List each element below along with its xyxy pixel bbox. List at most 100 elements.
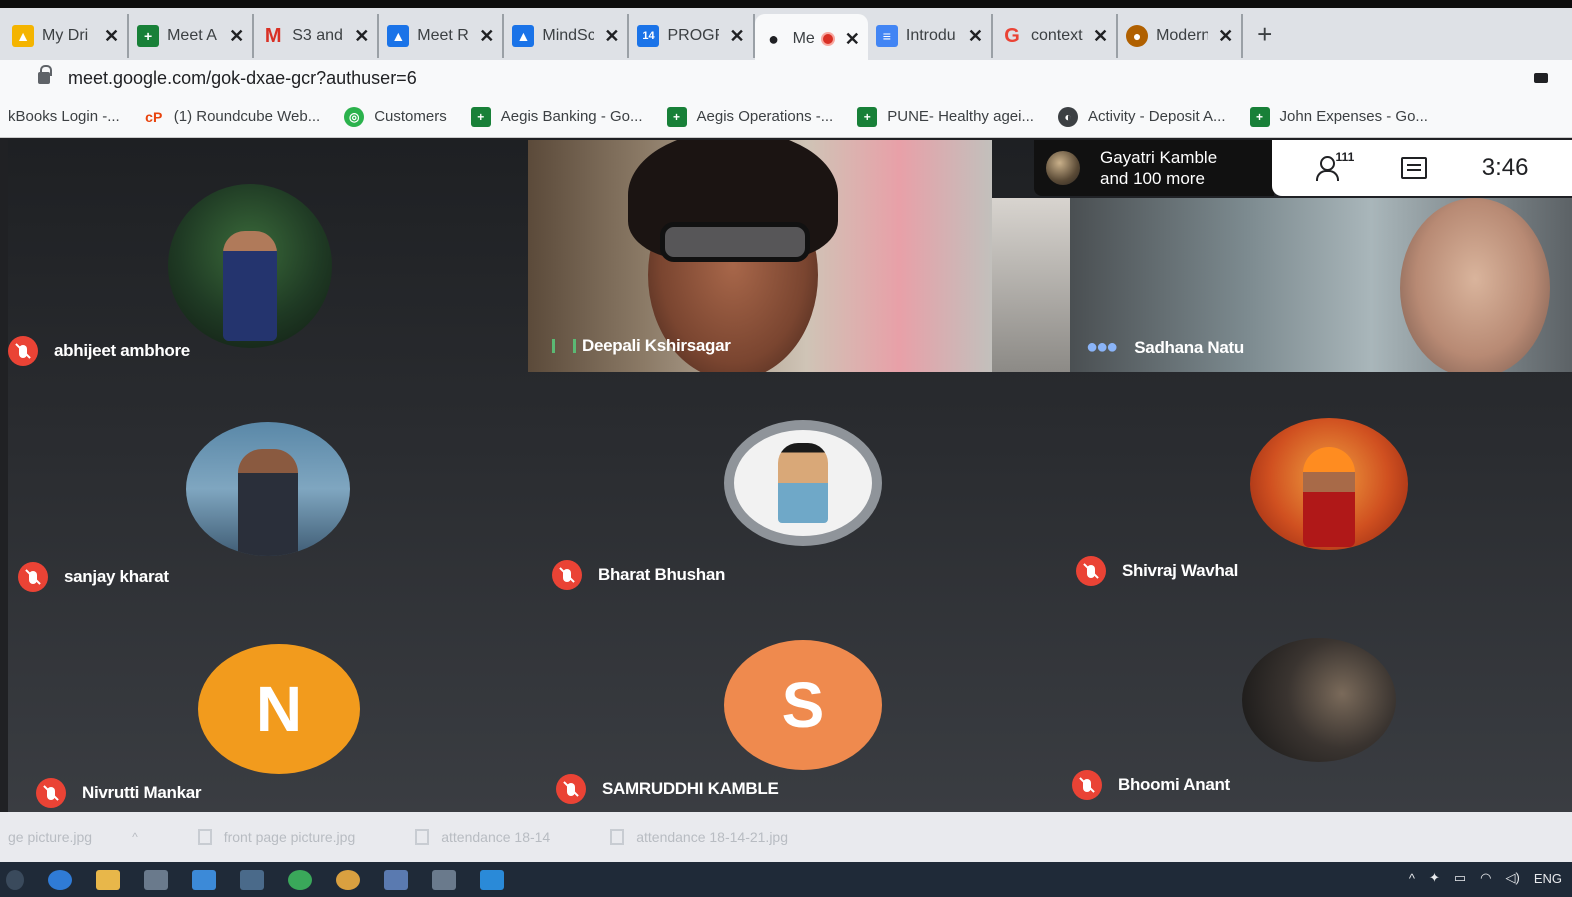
participant-name-text: Nivrutti Mankar	[82, 783, 202, 802]
close-icon[interactable]: ✕	[1093, 26, 1108, 47]
tab-progr[interactable]: 14 PROGR ✕	[629, 14, 755, 58]
mic-off-icon	[8, 336, 38, 366]
download-item[interactable]: attendance 18-14-21.jpg	[610, 829, 788, 845]
mic-off-icon	[1072, 770, 1102, 800]
sheets-icon: +	[666, 106, 687, 127]
app-icon[interactable]	[240, 869, 264, 890]
avatar	[1046, 151, 1080, 185]
avatar-shivraj[interactable]	[1250, 418, 1408, 550]
participant-video	[1400, 198, 1550, 372]
avatar-abhijeet[interactable]	[168, 184, 332, 348]
mic-off-icon	[18, 562, 48, 592]
participant-name: sanjay kharat	[18, 562, 169, 592]
people-icon[interactable]: 111	[1315, 150, 1354, 181]
avatar-sanjay[interactable]	[186, 422, 350, 556]
avatar-samruddhi[interactable]: S	[724, 640, 882, 770]
lock-icon	[38, 65, 52, 84]
tab-label: PROGR	[667, 27, 719, 44]
app-icon[interactable]	[288, 869, 312, 890]
drive-icon: ▲	[512, 25, 535, 47]
chat-icon[interactable]	[1400, 157, 1427, 179]
language-indicator[interactable]: ENG	[1534, 871, 1562, 886]
download-filename: ge picture.jpg	[8, 829, 93, 845]
presenter-more: and 100 more	[1100, 169, 1205, 188]
app-icon[interactable]	[432, 869, 456, 890]
tab-my-drive[interactable]: ▲ My Dri ✕	[4, 14, 130, 58]
participant-name-text: Shivraj Wavhal	[1122, 561, 1239, 580]
address-bar[interactable]: meet.google.com/gok-dxae-gcr?authuser=6	[0, 60, 1572, 96]
close-icon[interactable]: ✕	[479, 26, 494, 47]
close-icon[interactable]: ✕	[968, 26, 983, 47]
chevron-up-icon[interactable]: ^	[132, 830, 138, 844]
chrome-icon[interactable]	[336, 869, 360, 890]
avatar	[1303, 447, 1355, 547]
tab-strip: ▲ My Dri ✕ + Meet A ✕ M S3 and ✕ ▲ Meet …	[0, 0, 1572, 64]
download-item[interactable]: attendance 18-14	[415, 829, 550, 845]
close-icon[interactable]: ✕	[604, 26, 619, 47]
bookmark-aegis-banking[interactable]: + Aegis Banking - Go...	[470, 106, 643, 127]
presenter-chip[interactable]: Gayatri Kamble and 100 more	[1034, 140, 1274, 196]
tab-context[interactable]: G context ✕	[993, 14, 1119, 58]
download-item[interactable]: ge picture.jpg ^	[8, 829, 138, 845]
presenter-name: Gayatri Kamble	[1100, 148, 1218, 167]
close-icon[interactable]: ✕	[729, 26, 744, 47]
url-text[interactable]: meet.google.com/gok-dxae-gcr?authuser=6	[68, 68, 417, 89]
close-icon[interactable]: ✕	[845, 29, 860, 50]
tab-label: My Dri	[42, 27, 89, 44]
participant-name: Bharat Bhushan	[552, 560, 725, 590]
tab-meet-active[interactable]: ● Me ✕	[754, 14, 868, 64]
bookmark-activity-deposit[interactable]: ◐ Activity - Deposit A...	[1057, 106, 1226, 127]
tab-meet-r[interactable]: ▲ Meet R ✕	[379, 14, 505, 58]
system-tray: ^ ✦ ▭ ◠ ◁) ENG	[1395, 870, 1562, 886]
bookmark-label: Activity - Deposit A...	[1087, 108, 1226, 125]
mic-off-icon	[1076, 556, 1106, 586]
avatar-nivrutti[interactable]: N	[198, 644, 360, 774]
edge-icon[interactable]	[48, 869, 72, 890]
participant-name-text: Bharat Bhushan	[598, 565, 726, 584]
close-icon[interactable]: ✕	[354, 26, 369, 47]
camera-in-use-icon[interactable]	[1534, 73, 1548, 83]
avatar	[778, 443, 828, 523]
participant-count: 111	[1335, 150, 1355, 164]
more-options-icon[interactable]: ●●●	[1086, 336, 1118, 359]
sheets-icon: +	[470, 106, 491, 127]
bookmark-books-login[interactable]: kBooks Login -...	[8, 108, 120, 125]
store-icon[interactable]	[144, 869, 168, 890]
participant-name-text: Deepali Kshirsagar	[582, 336, 731, 355]
sheets-icon: +	[1249, 106, 1270, 127]
site-icon: ●	[1126, 25, 1149, 47]
participant-name: abhijeet ambhore	[8, 336, 190, 366]
avatar-bharat[interactable]	[724, 420, 882, 546]
mail-icon[interactable]	[192, 869, 216, 890]
tab-modern[interactable]: ● Modern ✕	[1118, 14, 1244, 58]
tab-mindsc[interactable]: ▲ MindSc ✕	[504, 14, 630, 58]
bookmark-john-expenses[interactable]: + John Expenses - Go...	[1249, 106, 1428, 127]
dropbox-icon[interactable]: ✦	[1429, 870, 1440, 886]
volume-icon[interactable]: ◁)	[1506, 870, 1520, 886]
tab-s3-and[interactable]: M S3 and ✕	[254, 14, 380, 58]
tab-introdu[interactable]: ≡ Introdu ✕	[868, 14, 993, 58]
bookmark-label: John Expenses - Go...	[1279, 108, 1428, 125]
participant-name: Deepali Kshirsagar	[548, 336, 731, 356]
bookmark-pune-healthy[interactable]: + PUNE- Healthy agei...	[857, 106, 1034, 127]
gmail-icon: M	[264, 24, 282, 47]
bookmark-customers[interactable]: ◎ Customers	[344, 106, 447, 127]
file-explorer-icon[interactable]	[96, 869, 120, 890]
close-icon[interactable]: ✕	[104, 26, 119, 47]
tab-label: Me	[792, 30, 815, 47]
avatar-bhoomi[interactable]	[1242, 638, 1396, 762]
close-icon[interactable]: ✕	[1218, 26, 1233, 47]
meet-top-bar: 111 3:46	[1272, 140, 1572, 196]
app-icon[interactable]	[384, 869, 408, 890]
new-tab-button[interactable]: +	[1257, 19, 1272, 50]
app-icon[interactable]	[480, 869, 504, 890]
battery-icon[interactable]: ▭	[1454, 870, 1466, 886]
download-item[interactable]: front page picture.jpg	[197, 829, 355, 845]
bookmark-aegis-operations[interactable]: + Aegis Operations -...	[666, 106, 833, 127]
close-icon[interactable]: ✕	[229, 26, 244, 47]
chevron-up-icon[interactable]: ^	[1409, 871, 1415, 886]
bookmark-roundcube[interactable]: cP (1) Roundcube Web...	[144, 107, 320, 127]
search-icon[interactable]	[6, 869, 24, 890]
tab-meet-a[interactable]: + Meet A ✕	[129, 14, 255, 58]
wifi-icon[interactable]: ◠	[1480, 870, 1491, 886]
